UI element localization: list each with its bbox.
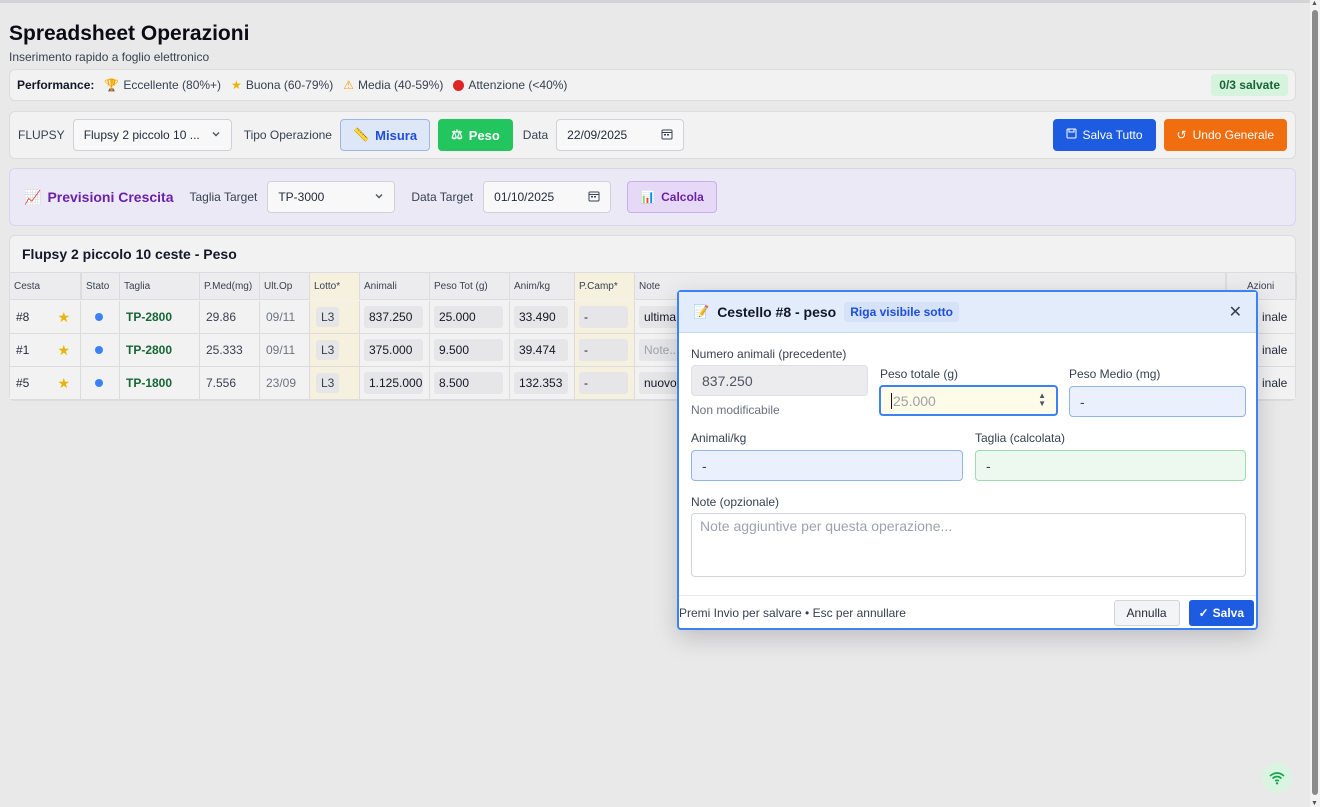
scroll-down-icon[interactable]: ▼	[1311, 800, 1318, 807]
salva-button[interactable]: ✓ Salva	[1188, 600, 1254, 626]
calendar-icon	[588, 190, 600, 205]
data-target-input[interactable]: 01/10/2025	[483, 181, 612, 213]
salva-tutto-button[interactable]: Salva Tutto	[1052, 119, 1156, 151]
warning-icon: ⚠	[343, 78, 354, 92]
col-animali[interactable]: Animali	[360, 273, 430, 300]
data-target-label: Data Target	[411, 190, 474, 204]
scale-icon: ⚖	[451, 127, 463, 142]
keyboard-hint: Premi Invio per salvare • Esc per annull…	[679, 606, 906, 620]
peso-totale-input[interactable]: 25.000 ▲ ▼	[879, 385, 1058, 416]
taglia-target-label: Taglia Target	[189, 190, 258, 204]
legend-good: ★ Buona (60-79%)	[231, 78, 334, 92]
close-icon[interactable]: ✕	[1229, 302, 1242, 322]
number-stepper-icon[interactable]: ▲ ▼	[1038, 392, 1046, 408]
star-icon: ★	[57, 341, 70, 358]
calendar-icon	[661, 128, 673, 143]
visible-row-badge: Riga visibile sotto	[844, 302, 959, 322]
page-subtitle: Inserimento rapido a foglio elettronico	[9, 50, 210, 64]
performance-label: Performance:	[17, 78, 95, 92]
calcola-button[interactable]: 📊 Calcola	[627, 181, 717, 213]
ruler-icon: 📏	[352, 127, 370, 142]
col-cesta[interactable]: Cesta	[10, 273, 81, 300]
operations-toolbar: FLUPSY Flupsy 2 piccolo 10 ... Tipo Oper…	[9, 111, 1296, 159]
bar-chart-icon: 📊	[640, 190, 656, 204]
legend-medium: ⚠ Media (40-59%)	[343, 78, 444, 92]
modal-header: 📝 Cestello #8 - peso Riga visibile sotto…	[679, 292, 1256, 333]
save-icon	[1066, 128, 1077, 142]
scrollbar-thumb[interactable]	[1312, 10, 1318, 795]
chart-up-icon: 📈	[24, 188, 42, 205]
tipo-operazione-label: Tipo Operazione	[243, 128, 332, 142]
data-label: Data	[522, 128, 549, 142]
star-icon: ★	[57, 308, 70, 325]
red-circle-icon	[453, 79, 465, 91]
col-ultop[interactable]: Ult.Op	[260, 273, 310, 300]
saved-counter-badge: 0/3 salvate	[1211, 74, 1288, 96]
star-icon: ★	[57, 374, 70, 391]
status-dot	[95, 313, 103, 321]
peso-button[interactable]: ⚖ Peso	[438, 119, 513, 151]
animali-kg-label: Animali/kg	[691, 431, 747, 445]
peso-medio-label: Peso Medio (mg)	[1069, 367, 1161, 381]
check-icon: ✓	[1198, 606, 1209, 620]
peso-totale-label: Peso totale (g)	[880, 367, 959, 381]
connection-status-icon[interactable]	[1262, 763, 1292, 793]
status-dot	[95, 379, 103, 387]
trophy-icon: 🏆	[104, 78, 120, 92]
peso-medio-field: -	[1069, 386, 1246, 417]
edit-cestello-modal: 📝 Cestello #8 - peso Riga visibile sotto…	[677, 290, 1258, 630]
page-title: Spreadsheet Operazioni	[9, 22, 250, 45]
chevron-down-icon	[211, 128, 221, 142]
col-stato[interactable]: Stato	[81, 273, 120, 300]
flupsy-select[interactable]: Flupsy 2 piccolo 10 ...	[72, 119, 232, 151]
growth-forecast-panel: 📈 Previsioni Crescita Taglia Target TP-3…	[9, 168, 1296, 226]
date-input[interactable]: 22/09/2025	[556, 119, 685, 151]
top-edge	[0, 0, 1310, 3]
note-textarea[interactable]: Note aggiuntive per questa operazione...	[691, 513, 1246, 577]
modal-title: Cestello #8 - peso	[717, 304, 837, 320]
star-icon: ★	[231, 78, 242, 92]
taglia-calcolata-field: -	[975, 450, 1246, 481]
col-pcamp[interactable]: P.Camp*	[575, 273, 635, 300]
chevron-down-icon	[374, 190, 384, 204]
note-label: Note (opzionale)	[691, 495, 780, 509]
col-animkg[interactable]: Anim/kg	[510, 273, 575, 300]
misura-button[interactable]: 📏 Misura	[339, 119, 431, 151]
forecast-title: 📈 Previsioni Crescita	[24, 188, 174, 206]
col-taglia[interactable]: Taglia	[120, 273, 200, 300]
col-lotto[interactable]: Lotto*	[310, 273, 360, 300]
col-pmed[interactable]: P.Med(mg)	[200, 273, 260, 300]
annulla-button[interactable]: Annulla	[1113, 600, 1180, 626]
undo-icon: ↺	[1176, 128, 1187, 142]
undo-generale-button[interactable]: ↺ Undo Generale	[1163, 119, 1287, 151]
col-pesotot[interactable]: Peso Tot (g)	[430, 273, 510, 300]
vertical-scrollbar[interactable]: ▲ ▼	[1310, 0, 1320, 807]
taglia-calcolata-label: Taglia (calcolata)	[975, 431, 1066, 445]
legend-excellent: 🏆 Eccellente (80%+)	[104, 78, 222, 92]
numero-animali-hint: Non modificabile	[691, 403, 780, 417]
scroll-up-icon[interactable]: ▲	[1311, 0, 1318, 7]
animali-kg-field: -	[691, 450, 963, 481]
performance-legend: Performance: 🏆 Eccellente (80%+) ★ Buona…	[9, 69, 1296, 101]
modal-footer: Premi Invio per salvare • Esc per annull…	[679, 595, 1256, 630]
status-dot	[95, 346, 103, 354]
memo-icon: 📝	[693, 304, 710, 319]
text-cursor	[891, 392, 892, 409]
numero-animali-field: 837.250	[691, 365, 868, 396]
numero-animali-label: Numero animali (precedente)	[691, 347, 847, 361]
legend-attention: Attenzione (<40%)	[453, 78, 567, 92]
table-title: Flupsy 2 piccolo 10 ceste - Peso	[22, 246, 237, 262]
taglia-target-select[interactable]: TP-3000	[267, 181, 396, 213]
flupsy-label: FLUPSY	[18, 128, 65, 142]
